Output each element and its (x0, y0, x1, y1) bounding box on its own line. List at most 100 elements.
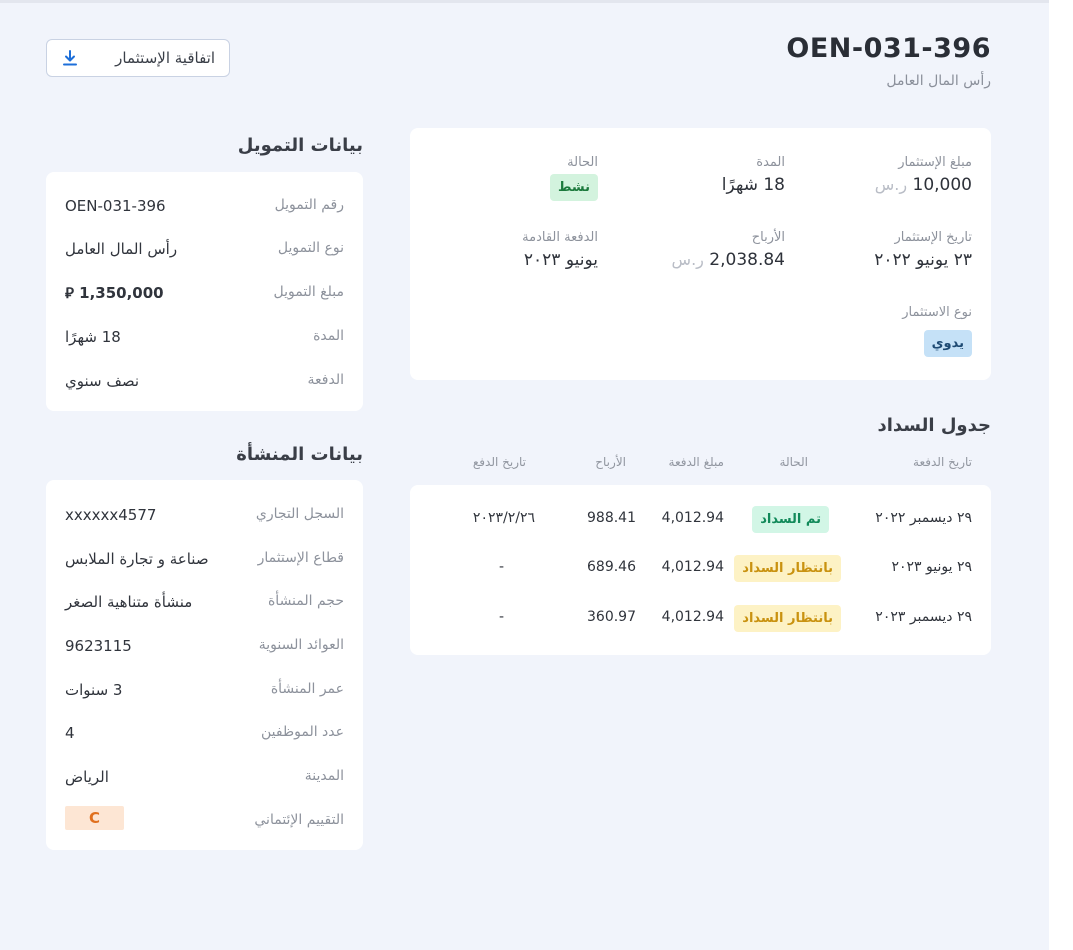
investment-date-field: تاريخ الإستثمار ٢٣ يونيو ٢٠٢٢ (874, 230, 972, 270)
paid-date-cell: - (498, 559, 504, 575)
status-cell: بانتظار السداد (734, 605, 841, 632)
schedule-header-due-date: تاريخ الدفعة (913, 455, 972, 469)
investment-type-badge: يدوي (923, 330, 972, 357)
establishment-row-label: التقييم الإئتماني (254, 812, 344, 828)
financing-row: مبلغ التمويل 1,350,000 ⃁ (46, 284, 363, 304)
due-date-cell: ٢٩ يونيو ٢٠٢٣ (891, 559, 972, 575)
financing-section-title: بيانات التمويل (237, 135, 363, 156)
financing-row-value: نصف سنوي (65, 372, 140, 390)
paid-status-badge: تم السداد (752, 506, 829, 533)
download-icon (62, 50, 78, 66)
establishment-row-value: 4 (65, 724, 75, 742)
investment-amount-field: مبلغ الإستثمار 10,000 ر.س (875, 155, 972, 195)
establishment-section-title: بيانات المنشأة (236, 444, 363, 465)
pending-status-badge: بانتظار السداد (734, 555, 841, 582)
establishment-row-label: السجل التجاري (255, 506, 344, 522)
financing-amount-value: 1,350,000 ⃁ (65, 284, 164, 302)
establishment-row-label: عمر المنشأة (270, 681, 344, 697)
establishment-row-label: قطاع الإستثمار (257, 550, 344, 566)
schedule-header-profit: الأرباح (595, 455, 626, 469)
establishment-row: العوائد السنوية 9623115 (46, 637, 363, 657)
financing-row-label: مبلغ التمويل (273, 284, 344, 300)
profit-field: الأرباح 2,038.84 ر.س (672, 230, 785, 270)
establishment-row: قطاع الإستثمار صناعة و تجارة الملابس (46, 550, 363, 570)
next-payment-value: يونيو ٢٠٢٣ (523, 250, 598, 270)
establishment-row-value: صناعة و تجارة الملابس (65, 550, 209, 568)
status-cell: بانتظار السداد (734, 555, 841, 582)
establishment-row-value: 9623115 (65, 637, 132, 655)
financing-row: الدفعة نصف سنوي (46, 372, 363, 392)
investment-date-value: ٢٣ يونيو ٢٠٢٢ (874, 250, 972, 270)
investment-type-field: نوع الاستثمار يدوي (902, 305, 972, 357)
next-payment-label: الدفعة القادمة (522, 230, 598, 245)
schedule-header-amount: مبلغ الدفعة (668, 455, 724, 469)
financing-card: رقم التمويل OEN-031-396 نوع التمويل رأس … (46, 172, 363, 411)
schedule-header-paid-date: تاريخ الدفع (472, 455, 526, 469)
investment-amount-currency: ر.س (874, 175, 908, 194)
establishment-row: التقييم الإئتماني C (46, 806, 363, 832)
profit-cell: 689.46 (587, 559, 636, 575)
investment-agreement-download-button[interactable]: اتفاقية الإستثمار (46, 39, 230, 77)
establishment-row-label: العوائد السنوية (258, 637, 344, 653)
investment-amount-number: 10,000 (912, 175, 972, 195)
duration-label: المدة (756, 155, 785, 170)
next-payment-field: الدفعة القادمة يونيو ٢٠٢٣ (522, 230, 598, 270)
duration-value: 18 شهرًا (721, 175, 785, 195)
due-date-cell: ٢٩ ديسمبر ٢٠٢٣ (875, 609, 972, 625)
establishment-row: السجل التجاري xxxxxx4577 (46, 506, 363, 526)
establishment-row: عمر المنشأة 3 سنوات (46, 681, 363, 701)
financing-row-label: الدفعة (307, 372, 344, 388)
schedule-section-title: جدول السداد (877, 415, 992, 436)
profit-value: 2,038.84 ر.س (672, 250, 785, 270)
investment-amount-label: مبلغ الإستثمار (898, 155, 972, 170)
financing-row-label: المدة (313, 328, 344, 344)
profit-label: الأرباح (751, 230, 785, 245)
financing-row: رقم التمويل OEN-031-396 (46, 197, 363, 217)
investment-amount-value: 10,000 ر.س (875, 175, 972, 195)
status-label: الحالة (567, 155, 598, 170)
schedule-table: ٢٩ ديسمبر ٢٠٢٢ تم السداد 4,012.94 988.41… (410, 485, 991, 655)
status-cell: تم السداد (752, 506, 829, 533)
establishment-row: المدينة الرياض (46, 768, 363, 788)
financing-row: المدة 18 شهرًا (46, 328, 363, 348)
status-field: الحالة نشط (549, 155, 598, 201)
establishment-row: عدد الموظفين 4 (46, 724, 363, 744)
amount-cell: 4,012.94 (661, 559, 724, 575)
financing-row-value: 18 شهرًا (65, 328, 121, 346)
paid-date-cell: ٢٠٢٣/٢/٢٦ (472, 510, 535, 526)
status-badge: نشط (549, 174, 598, 201)
profit-cell: 360.97 (587, 609, 636, 625)
establishment-row-label: المدينة (304, 768, 344, 784)
investment-summary-card: مبلغ الإستثمار 10,000 ر.س المدة 18 شهرًا… (410, 128, 991, 380)
duration-field: المدة 18 شهرًا (722, 155, 785, 195)
schedule-header-status: الحالة (779, 455, 808, 469)
financing-row-label: رقم التمويل (274, 197, 344, 213)
page-title: OEN-031-396 (786, 33, 991, 64)
establishment-row-value: الرياض (65, 768, 109, 786)
establishment-row-value: منشأة متناهية الصغر (65, 593, 193, 611)
page-edge (1049, 0, 1073, 950)
due-date-cell: ٢٩ ديسمبر ٢٠٢٢ (875, 510, 972, 526)
investment-type-label: نوع الاستثمار (902, 305, 972, 320)
profit-currency: ر.س (671, 250, 704, 269)
financing-row-label: نوع التمويل (277, 240, 344, 256)
financing-row: نوع التمويل رأس المال العامل (46, 240, 363, 260)
download-button-label: اتفاقية الإستثمار (115, 49, 215, 67)
page-subtitle: رأس المال العامل (886, 73, 991, 89)
amount-cell: 4,012.94 (661, 609, 724, 625)
page-canvas: OEN-031-396 رأس المال العامل اتفاقية الإ… (0, 0, 1049, 950)
establishment-row-value: xxxxxx4577 (65, 506, 157, 524)
amount-cell: 4,012.94 (661, 510, 724, 526)
investment-date-label: تاريخ الإستثمار (894, 230, 972, 245)
establishment-row-label: حجم المنشأة (267, 593, 344, 609)
financing-row-value: OEN-031-396 (65, 197, 166, 215)
profit-cell: 988.41 (587, 510, 636, 526)
credit-rating-badge: C (65, 806, 124, 830)
paid-date-cell: - (498, 609, 504, 625)
financing-row-value: رأس المال العامل (65, 240, 178, 258)
establishment-row-label: عدد الموظفين (261, 724, 344, 740)
pending-status-badge: بانتظار السداد (734, 605, 841, 632)
establishment-row-value: 3 سنوات (65, 681, 123, 699)
profit-number: 2,038.84 (709, 250, 785, 270)
establishment-row: حجم المنشأة منشأة متناهية الصغر (46, 593, 363, 613)
